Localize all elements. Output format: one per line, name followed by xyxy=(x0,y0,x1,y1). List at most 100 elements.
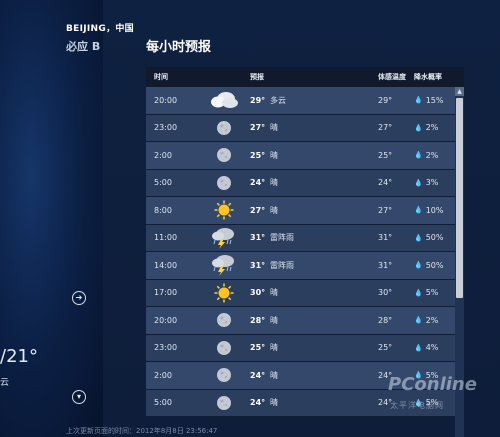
row-precip-value: 5% xyxy=(425,288,439,298)
table-row: 23:00 27° 晴 27° 💧 2% xyxy=(146,114,464,142)
arrow-right-icon: ➔ xyxy=(75,293,83,302)
raindrop-icon: 💧 xyxy=(414,288,423,297)
row-precip-value: 2% xyxy=(425,315,439,325)
raindrop-icon: 💧 xyxy=(414,343,423,352)
thunderstorm-icon xyxy=(198,227,250,249)
moon-icon xyxy=(198,395,250,411)
last-updated-text: 上次更新页面的时间：2012年8月8日 23:56:47 xyxy=(66,427,218,435)
row-time: 14:00 xyxy=(154,260,178,270)
table-row: 14:00 31° 雷阵雨 31° 💧 50% xyxy=(146,252,464,280)
row-feels-like: 27° xyxy=(378,123,393,133)
raindrop-icon: 💧 xyxy=(414,206,423,215)
scroll-up-icon[interactable]: ▲ xyxy=(455,87,464,96)
row-feels-like: 27° xyxy=(378,205,393,215)
row-temperature: 24° xyxy=(250,178,266,188)
row-temperature: 25° xyxy=(250,343,266,353)
row-condition: 雷阵雨 xyxy=(270,260,294,270)
row-time: 2:00 xyxy=(154,150,172,160)
row-temperature: 24° xyxy=(250,370,266,380)
row-feels-like: 24° xyxy=(378,178,393,188)
row-time: 5:00 xyxy=(154,398,172,408)
raindrop-icon: 💧 xyxy=(414,261,423,270)
row-condition: 雷阵雨 xyxy=(270,233,294,243)
row-temperature: 31° xyxy=(250,233,266,243)
row-precip-value: 2% xyxy=(425,150,439,160)
row-condition: 晴 xyxy=(270,205,278,215)
row-temperature: 27° xyxy=(250,205,266,215)
row-condition: 晴 xyxy=(270,370,278,380)
table-row: 5:00 24° 晴 24° 💧 3% xyxy=(146,169,464,197)
row-time: 17:00 xyxy=(154,288,178,298)
row-condition: 晴 xyxy=(270,150,278,160)
row-temperature: 27° xyxy=(250,123,266,133)
row-condition: 晴 xyxy=(270,178,278,188)
row-time: 23:00 xyxy=(154,343,178,353)
row-time: 8:00 xyxy=(154,205,172,215)
moon-icon xyxy=(198,147,250,163)
row-temperature: 24° xyxy=(250,398,266,408)
sun-icon xyxy=(198,283,250,303)
table-row: 20:00 29° 多云 29° 💧 15% xyxy=(146,87,464,115)
scroll-thumb[interactable] xyxy=(456,98,463,298)
row-precip-value: 10% xyxy=(425,205,444,215)
row-precip-value: 50% xyxy=(425,233,444,243)
current-condition: 云 xyxy=(0,378,10,388)
row-temperature: 25° xyxy=(250,150,266,160)
row-feels-like: 25° xyxy=(378,343,393,353)
row-temperature: 29° xyxy=(250,95,266,105)
row-condition: 晴 xyxy=(270,123,278,133)
row-condition: 晴 xyxy=(270,343,278,353)
table-body: 20:00 29° 多云 29° 💧 15% 23:00 27° 晴 27° 💧 2% 2:00 25° 晴… xyxy=(146,87,464,417)
row-precip-value: 15% xyxy=(425,95,444,105)
column-header-precip: 降水概率 xyxy=(414,73,442,81)
partly-cloudy-icon xyxy=(198,90,250,110)
table-header: 时间 预报 体感温度 降水概率 xyxy=(146,67,464,87)
row-time: 20:00 xyxy=(154,315,178,325)
raindrop-icon: 💧 xyxy=(414,178,423,187)
raindrop-icon: 💧 xyxy=(414,316,423,325)
row-condition: 晴 xyxy=(270,315,278,325)
thunderstorm-icon xyxy=(198,254,250,277)
scroll-down-button[interactable]: ▾ xyxy=(72,390,86,404)
sun-icon xyxy=(198,200,250,220)
row-time: 11:00 xyxy=(154,233,178,243)
raindrop-icon: 💧 xyxy=(414,96,423,105)
raindrop-icon: 💧 xyxy=(414,233,423,242)
row-time: 20:00 xyxy=(154,95,178,105)
table-row: 23:00 25° 晴 25° 💧 4% xyxy=(146,334,464,362)
city-name: BEIJING，中国 xyxy=(66,24,134,34)
table-row: 2:00 25° 晴 25° 💧 2% xyxy=(146,142,464,170)
row-feels-like: 30° xyxy=(378,288,393,298)
chevron-down-icon: ▾ xyxy=(76,392,81,401)
row-feels-like: 29° xyxy=(378,95,393,105)
row-feels-like: 31° xyxy=(378,260,393,270)
row-condition: 晴 xyxy=(270,398,278,408)
bing-label: 必应 B xyxy=(66,40,101,53)
moon-icon xyxy=(198,312,250,328)
row-feels-like: 28° xyxy=(378,315,393,325)
raindrop-icon: 💧 xyxy=(414,123,423,132)
left-panel xyxy=(0,0,103,437)
row-feels-like: 25° xyxy=(378,150,393,160)
table-row: 20:00 28° 晴 28° 💧 2% xyxy=(146,307,464,335)
row-time: 23:00 xyxy=(154,123,178,133)
row-temperature: 31° xyxy=(250,260,266,270)
watermark-logo: PConline xyxy=(388,374,477,395)
current-temperature: /21° xyxy=(0,346,38,367)
row-precip-value: 3% xyxy=(425,178,439,188)
page-title: 每小时预报 xyxy=(146,40,212,55)
row-precip-value: 50% xyxy=(425,260,444,270)
row-precip-value: 4% xyxy=(425,343,439,353)
row-temperature: 28° xyxy=(250,315,266,325)
row-temperature: 30° xyxy=(250,288,266,298)
table-row: 8:00 27° 晴 27° 💧 10% xyxy=(146,197,464,225)
row-time: 2:00 xyxy=(154,370,172,380)
column-header-forecast: 预报 xyxy=(250,73,264,81)
next-arrow-button[interactable]: ➔ xyxy=(72,291,86,305)
watermark-subtitle: 太平洋电脑网 xyxy=(390,401,444,410)
column-header-time: 时间 xyxy=(154,73,168,81)
moon-icon xyxy=(198,175,250,191)
row-time: 5:00 xyxy=(154,178,172,188)
table-row: 11:00 31° 雷阵雨 31° 💧 50% xyxy=(146,224,464,252)
row-precip-value: 2% xyxy=(425,123,439,133)
